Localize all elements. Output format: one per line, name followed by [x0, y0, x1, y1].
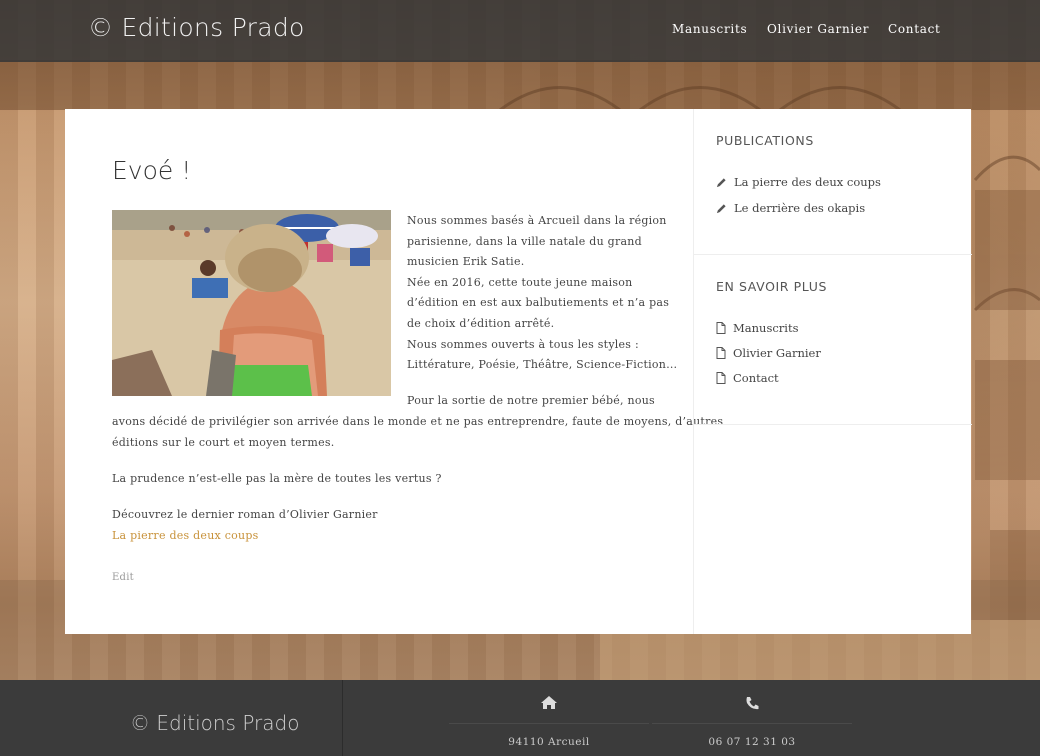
file-icon: [716, 347, 726, 359]
text-line: Nous sommes ouverts à tous les styles :: [407, 338, 639, 351]
sidebar-divider: [694, 424, 972, 425]
sidebar-divider: [694, 254, 972, 255]
publication-item[interactable]: Le derrière des okapis: [716, 201, 865, 215]
text-line: éditions sur le court et moyen termes.: [112, 436, 335, 449]
sidebar-item-label: Manuscrits: [733, 321, 799, 335]
text-line: avons décidé de privilégier son arrivée …: [112, 415, 724, 428]
more-heading: EN SAVOIR PLUS: [716, 279, 828, 294]
file-icon: [716, 372, 726, 384]
pencil-icon: [716, 203, 726, 213]
footer-divider: [449, 723, 649, 724]
phone-icon: [746, 697, 759, 710]
footer-brand: © Editions Prado: [130, 711, 300, 735]
footer-divider: [652, 723, 852, 724]
discover-text: Découvrez le dernier roman d’Olivier Gar…: [112, 508, 378, 521]
home-icon: [541, 696, 557, 709]
article: Evoé ! Nous sommes basés à Arcueil dans …: [65, 109, 723, 634]
file-icon: [716, 322, 726, 334]
footer-phone: 06 07 12 31 03: [652, 680, 852, 756]
nav-link-contact[interactable]: Contact: [888, 22, 941, 36]
site-brand[interactable]: © Editions Prado: [88, 13, 305, 42]
page-title: Evoé !: [112, 156, 192, 185]
footer-brand-block: © Editions Prado: [0, 680, 343, 756]
publication-label: Le derrière des okapis: [734, 201, 866, 215]
sidebar-item-contact[interactable]: Contact: [716, 371, 779, 385]
text-line: de choix d’édition arrêté.: [407, 317, 555, 330]
publication-label: La pierre des deux coups: [734, 175, 881, 189]
text-line: Littérature, Poésie, Théâtre, Science-Fi…: [407, 358, 678, 371]
sidebar: PUBLICATIONS La pierre des deux coups Le…: [693, 109, 972, 634]
nav-link-olivier-garnier[interactable]: Olivier Garnier: [767, 22, 869, 36]
sidebar-item-olivier-garnier[interactable]: Olivier Garnier: [716, 346, 821, 360]
footer: © Editions Prado 94110 Arcueil 06 07 12 …: [0, 680, 1040, 756]
text-line: Née en 2016, cette toute jeune maison: [407, 276, 633, 289]
text-line: Pour la sortie de notre premier bébé, no…: [407, 394, 655, 407]
edit-link[interactable]: Edit: [112, 572, 134, 583]
publications-heading: PUBLICATIONS: [716, 133, 814, 148]
sidebar-item-label: Contact: [733, 371, 779, 385]
footer-address: 94110 Arcueil: [449, 680, 649, 756]
sidebar-item-manuscrits[interactable]: Manuscrits: [716, 321, 799, 335]
prudence-text: La prudence n’est-elle pas la mère de to…: [112, 472, 442, 485]
content-card: Evoé ! Nous sommes basés à Arcueil dans …: [65, 109, 972, 634]
book-link[interactable]: La pierre des deux coups: [112, 529, 259, 542]
top-navbar: © Editions Prado Manuscrits Olivier Garn…: [0, 0, 1040, 62]
text-line: Nous sommes basés à Arcueil dans la régi…: [407, 214, 667, 227]
text-line: parisienne, dans la ville natale du gran…: [407, 235, 642, 248]
nav-link-manuscrits[interactable]: Manuscrits: [672, 22, 747, 36]
pencil-icon: [716, 177, 726, 187]
beach-photo: [112, 210, 391, 396]
publication-item[interactable]: La pierre des deux coups: [716, 175, 881, 189]
phone-text[interactable]: 06 07 12 31 03: [652, 736, 852, 748]
sidebar-item-label: Olivier Garnier: [733, 346, 821, 360]
address-text: 94110 Arcueil: [508, 736, 590, 748]
text-line: d’édition en est aux balbutiements et n’…: [407, 296, 670, 309]
text-line: musicien Erik Satie.: [407, 255, 525, 268]
